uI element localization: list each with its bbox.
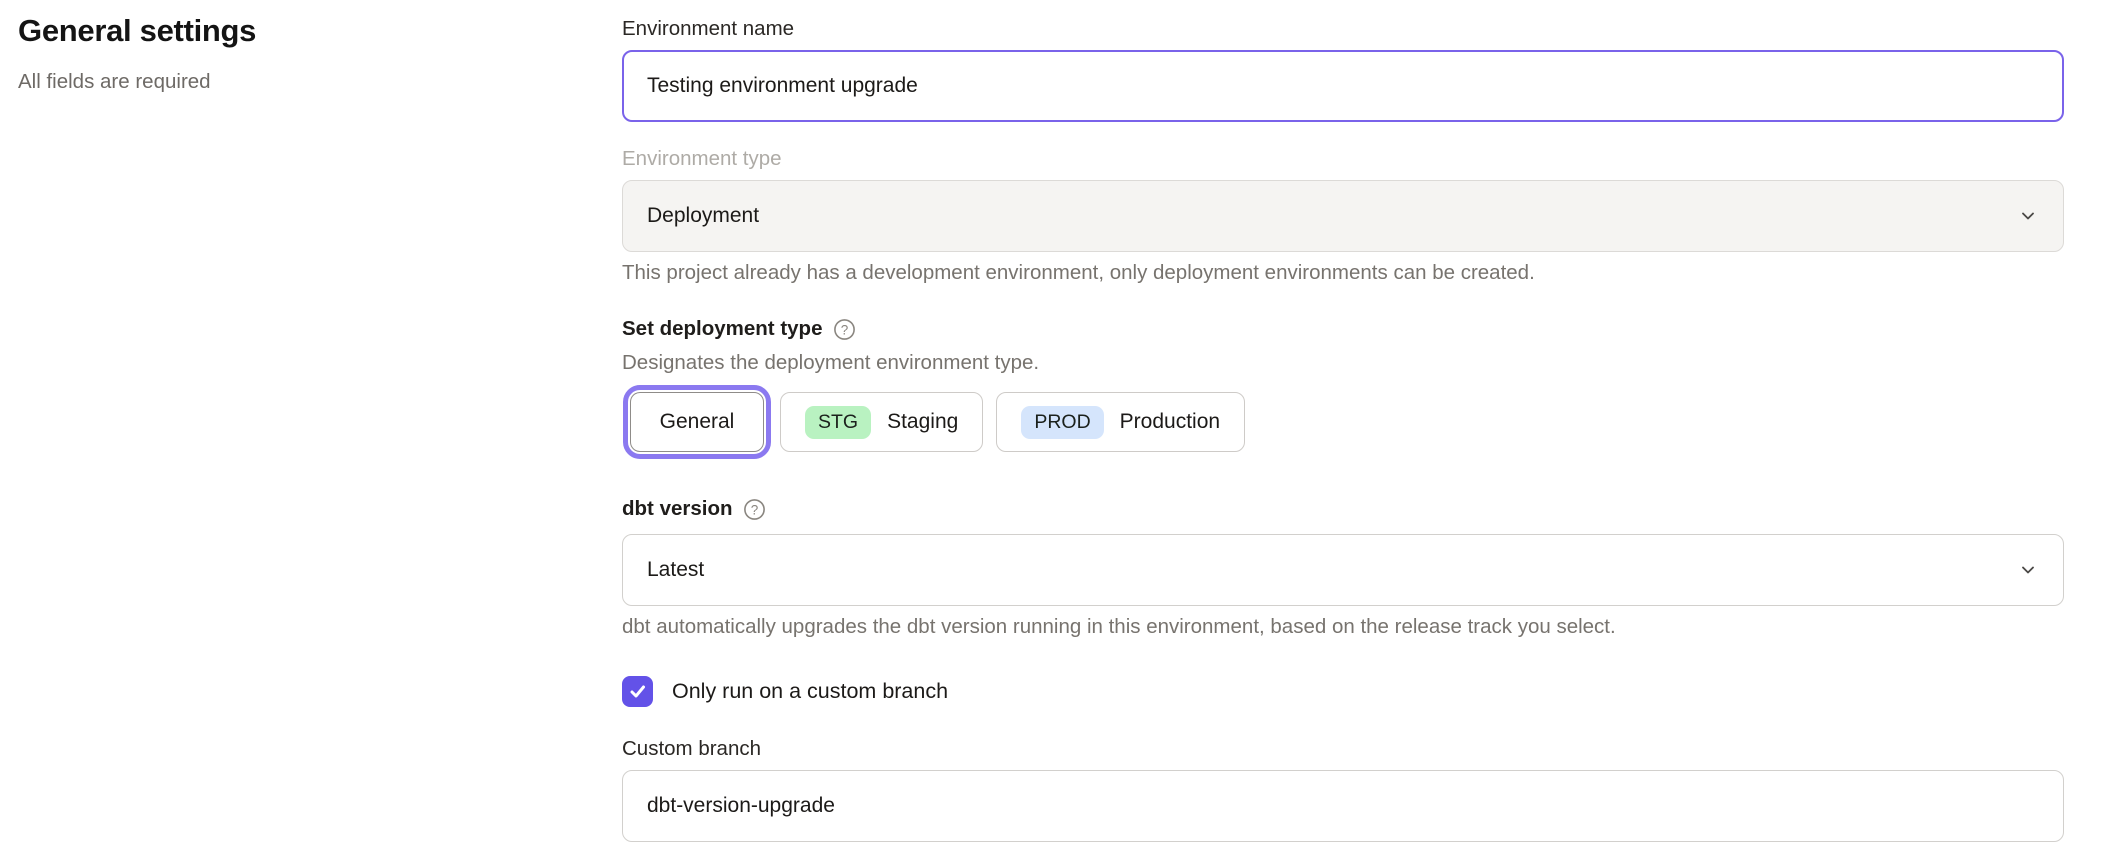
section-header: General settings All fields are required — [0, 0, 622, 842]
environment-type-select: Deployment — [622, 180, 2064, 252]
deployment-type-helper: Designates the deployment environment ty… — [622, 350, 2064, 376]
deployment-type-general-button[interactable]: General — [630, 392, 764, 452]
dbt-version-label-row: dbt version ? — [622, 496, 2064, 522]
chevron-down-icon — [2017, 559, 2039, 581]
deployment-type-production-button[interactable]: PROD Production — [996, 392, 1245, 452]
custom-branch-label: Custom branch — [622, 737, 2064, 761]
dbt-version-label: dbt version — [622, 496, 733, 522]
deployment-type-label: Set deployment type — [622, 316, 823, 342]
custom-branch-input[interactable] — [622, 770, 2064, 842]
environment-type-value: Deployment — [647, 204, 759, 228]
help-icon[interactable]: ? — [833, 318, 856, 341]
environment-name-input[interactable] — [622, 50, 2064, 122]
environment-type-helper: This project already has a development e… — [622, 260, 2064, 286]
environment-type-label: Environment type — [622, 146, 2064, 172]
page-subtitle: All fields are required — [18, 70, 622, 94]
deployment-type-staging-label: Staging — [887, 410, 958, 434]
page-title: General settings — [18, 12, 622, 50]
deployment-type-production-label: Production — [1120, 410, 1220, 434]
dbt-version-value: Latest — [647, 558, 704, 582]
environment-name-label: Environment name — [622, 16, 2064, 42]
general-settings-page: General settings All fields are required… — [0, 0, 2116, 842]
deployment-type-label-row: Set deployment type ? — [622, 316, 2064, 342]
staging-badge: STG — [805, 406, 871, 439]
dbt-version-helper: dbt automatically upgrades the dbt versi… — [622, 614, 2064, 640]
deployment-type-general-label: General — [660, 410, 735, 434]
checkbox-checked[interactable] — [622, 676, 653, 707]
svg-text:?: ? — [840, 322, 848, 337]
deployment-type-options: General STG Staging PROD Production — [622, 392, 2064, 452]
dbt-version-select[interactable]: Latest — [622, 534, 2064, 606]
custom-branch-toggle[interactable]: Only run on a custom branch — [622, 676, 2064, 707]
deployment-type-staging-button[interactable]: STG Staging — [780, 392, 983, 452]
checkmark-icon — [628, 682, 647, 701]
settings-form: Environment name Environment type Deploy… — [622, 0, 2064, 842]
chevron-down-icon — [2017, 205, 2039, 227]
svg-text:?: ? — [750, 502, 758, 517]
production-badge: PROD — [1021, 406, 1103, 439]
custom-branch-toggle-label: Only run on a custom branch — [672, 679, 948, 704]
help-icon[interactable]: ? — [743, 498, 766, 521]
